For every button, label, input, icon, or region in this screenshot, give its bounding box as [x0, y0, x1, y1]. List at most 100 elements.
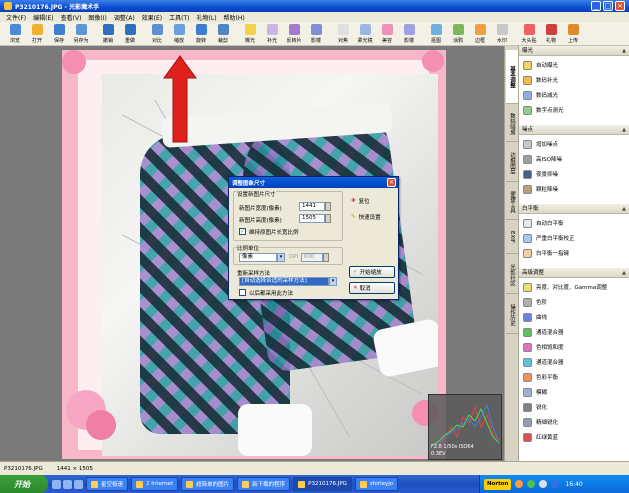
panel-item[interactable]: 曲线	[523, 311, 547, 323]
panel-item[interactable]: 高ISO降噪	[523, 153, 562, 165]
height-input[interactable]: 1505	[299, 214, 325, 223]
maximize-button[interactable]: □	[603, 1, 613, 11]
panel-item[interactable]: 数码减光	[523, 89, 558, 101]
tray-icon[interactable]	[539, 480, 548, 488]
cancel-button[interactable]: ✕ 取消	[349, 282, 395, 294]
dpi-input[interactable]: 600	[301, 253, 323, 262]
resample-dropdown[interactable]: ▾	[329, 277, 337, 286]
dpi-spinner[interactable]	[323, 253, 329, 262]
toolbar-button[interactable]: 缩放	[168, 22, 190, 46]
toolbar-button[interactable]: 反转片	[283, 22, 305, 46]
tray-icon[interactable]	[515, 480, 524, 488]
unit-select-dropdown[interactable]: ▾	[277, 253, 285, 262]
panel-item[interactable]: 红绿黄蓝	[523, 431, 558, 443]
toolbar-button[interactable]: 补光	[261, 22, 283, 46]
menu-item[interactable]: 编辑(E)	[33, 13, 53, 22]
toolbar-button[interactable]: 重做	[119, 22, 141, 46]
desktop-icon[interactable]	[63, 479, 72, 489]
menu-item[interactable]: 查看(V)	[61, 13, 82, 22]
side-tab[interactable]: 边框图层	[506, 144, 518, 182]
minimize-button[interactable]: _	[591, 1, 601, 11]
tray-icon[interactable]	[527, 480, 536, 488]
menu-item[interactable]: 帮助(H)	[224, 13, 245, 22]
width-spinner[interactable]	[325, 202, 331, 211]
toolbar-button[interactable]: 曝光	[239, 22, 261, 46]
toolbar-button[interactable]: 影楼	[398, 22, 420, 46]
toolbar-button[interactable]: 撤销	[97, 22, 119, 46]
panel-item[interactable]: 自动曝光	[523, 59, 558, 71]
panel-item[interactable]: 增加噪点	[523, 138, 558, 150]
collapse-icon[interactable]: ▲	[622, 46, 626, 56]
ie-icon[interactable]	[52, 479, 61, 489]
panel-item[interactable]: 颗粒降噪	[523, 183, 558, 195]
width-input[interactable]: 1441	[299, 202, 325, 211]
taskbar-task[interactable]: 2 Internet	[131, 477, 179, 491]
panel-section-header[interactable]: 白平衡 ▲	[519, 204, 629, 214]
panel-item[interactable]: 白平衡一指键	[523, 247, 569, 259]
toolbar-button[interactable]: 边框	[469, 22, 491, 46]
toolbar-button[interactable]: 旋转	[190, 22, 212, 46]
norton-icon[interactable]: Norton	[484, 478, 512, 490]
always-use-checkbox[interactable]	[239, 289, 246, 296]
panel-item[interactable]: 数码补光	[523, 74, 558, 86]
toolbar-button[interactable]: 裁剪	[212, 22, 234, 46]
panel-item[interactable]: 数字点测光	[523, 104, 564, 116]
quick-settings-link[interactable]: ✎ 快速设置	[351, 213, 381, 221]
toolbar-button[interactable]: 对焦	[332, 22, 354, 46]
reset-link[interactable]: ✚ 复位	[351, 197, 370, 205]
toolbar-button[interactable]: 浏览	[4, 22, 26, 46]
keep-ratio-checkbox[interactable]: ✓	[239, 228, 246, 235]
menu-item[interactable]: 文件(F)	[6, 13, 26, 22]
start-button[interactable]: 开始	[0, 475, 48, 493]
menu-item[interactable]: 礼物(L)	[197, 13, 217, 22]
taskbar-task[interactable]: P3210176.JPG	[293, 477, 352, 491]
menu-item[interactable]: 图像(I)	[88, 13, 106, 22]
media-icon[interactable]	[74, 479, 83, 489]
panel-item[interactable]: 夜景抑噪	[523, 168, 558, 180]
toolbar-button[interactable]: 另存为	[70, 22, 92, 46]
side-tab[interactable]: EXIF	[506, 222, 518, 254]
toolbar-button[interactable]: 打开	[26, 22, 48, 46]
side-tab[interactable]: 数码暗房	[506, 106, 518, 142]
toolbar-button[interactable]: 上传	[562, 22, 584, 46]
unit-select[interactable]: 像素	[239, 253, 277, 262]
side-tab[interactable]: 操作历史	[506, 296, 518, 334]
panel-item[interactable]: 亮度、对比度、Gamma调整	[523, 281, 607, 293]
menu-item[interactable]: 调整(A)	[114, 13, 135, 22]
close-button[interactable]: ×	[615, 1, 625, 11]
taskbar-task[interactable]: 新下载的程序	[237, 477, 291, 491]
panel-item[interactable]: 锐化	[523, 401, 547, 413]
collapse-icon[interactable]: ▲	[622, 268, 626, 278]
toolbar-button[interactable]: 美容	[376, 22, 398, 46]
panel-item[interactable]: 色相饱和度	[523, 341, 564, 353]
taskbar-task[interactable]: shirleyjo	[354, 477, 399, 491]
taskbar-task[interactable]: 超简单的图片	[181, 477, 235, 491]
panel-section-header[interactable]: 高级调整 ▲	[519, 268, 629, 278]
panel-item[interactable]: 自动白平衡	[523, 217, 564, 229]
panel-item[interactable]: 精细锐化	[523, 416, 558, 428]
toolbar-button[interactable]: 保存	[48, 22, 70, 46]
side-tab[interactable]: 光影社区	[506, 256, 518, 294]
resample-select[interactable]: [自动选择合适的采样方法]	[239, 277, 329, 286]
start-resize-button[interactable]: ✓ 开始缩放	[349, 266, 395, 278]
toolbar-button[interactable]: 礼物	[540, 22, 562, 46]
toolbar-button[interactable]: 影楼	[305, 22, 327, 46]
collapse-icon[interactable]: ▲	[622, 125, 626, 135]
toolbar-button[interactable]: 对比	[146, 22, 168, 46]
collapse-icon[interactable]: ▲	[622, 204, 626, 214]
panel-section-header[interactable]: 噪点 ▲	[519, 125, 629, 135]
panel-item[interactable]: 色阶	[523, 296, 547, 308]
panel-item[interactable]: 严重白平衡校正	[523, 232, 575, 244]
tray-icon[interactable]	[551, 480, 560, 488]
height-spinner[interactable]	[325, 214, 331, 223]
panel-item[interactable]: 色彩平衡	[523, 371, 558, 383]
dialog-close-button[interactable]: ×	[387, 178, 396, 187]
taskbar-task[interactable]: 星空极速	[86, 477, 129, 491]
toolbar-button[interactable]: 抠图	[425, 22, 447, 46]
menu-item[interactable]: 工具(T)	[169, 13, 189, 22]
toolbar-button[interactable]: 水印	[491, 22, 513, 46]
toolbar-button[interactable]: 涂鸦	[447, 22, 469, 46]
menu-item[interactable]: 效果(E)	[142, 13, 162, 22]
toolbar-button[interactable]: 大头贴	[518, 22, 540, 46]
toolbar-button[interactable]: 柔光镜	[354, 22, 376, 46]
